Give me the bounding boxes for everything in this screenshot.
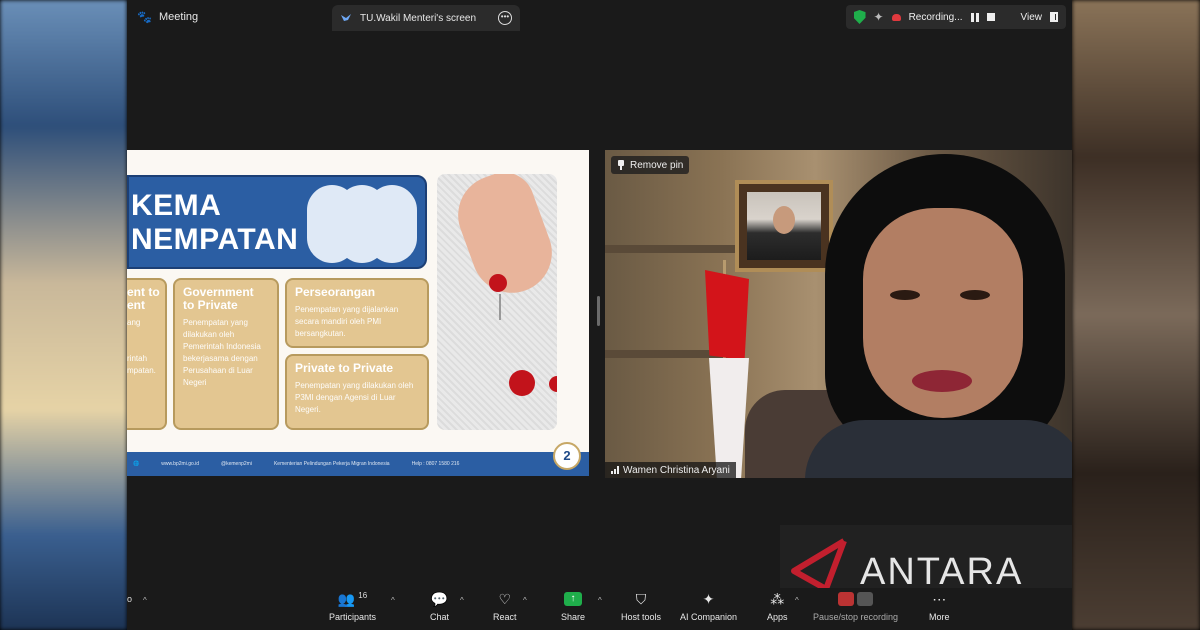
card-body: ang rintah mpatan.: [127, 318, 156, 375]
card-title: Government to Private: [183, 285, 254, 312]
ai-companion-label: AI Companion: [680, 612, 738, 622]
slide-footer: 🌐 www.bp2mi.go.id @kemenp2mi Kementerian…: [127, 452, 589, 476]
chevron-up-icon[interactable]: ^: [460, 596, 464, 605]
more-button[interactable]: ⋯ More: [929, 590, 950, 623]
participants-count: 16: [358, 590, 368, 600]
scheme-card-private-to-private: Private to Private Penempatan yang dilak…: [285, 354, 429, 430]
more-dots-icon: ⋯: [932, 590, 947, 607]
footer-social: @kemenp2mi: [221, 461, 252, 467]
meeting-toolbar: o ^ 👥 16 Participants ^ 💬 Chat ^ ♡ React…: [127, 588, 1072, 630]
cloud-recording-icon: [891, 13, 901, 21]
participant-video[interactable]: Remove pin Wamen Christina Aryani: [605, 150, 1072, 478]
apps-button[interactable]: ⁂ Apps: [767, 590, 788, 623]
card-title: Private to Private: [295, 361, 394, 375]
footer-website: www.bp2mi.go.id: [161, 461, 200, 467]
participants-label: Participants: [329, 612, 377, 622]
pin-icon: [617, 160, 625, 170]
more-options-icon[interactable]: •••: [498, 11, 512, 25]
remove-pin-label: Remove pin: [630, 159, 684, 171]
stop-recording-icon[interactable]: [986, 13, 995, 21]
pause-stop-recording-button[interactable]: Pause/stop recording: [813, 590, 898, 622]
participant-name: Wamen Christina Aryani: [623, 464, 730, 476]
share-screen-icon: ↑: [564, 592, 583, 606]
card-body: Penempatan yang dilakukan oleh P3MI deng…: [295, 381, 414, 414]
scheme-card-perseorangan: Perseorangan Penempatan yang dijalankan …: [285, 278, 429, 348]
participants-icon: 👥: [337, 590, 356, 607]
meeting-label: Meeting: [159, 11, 199, 23]
slide-title-line-1: KEMA: [131, 189, 222, 222]
speaker-mouth: [912, 370, 972, 392]
blurred-left-margin: [0, 0, 127, 630]
paw-icon: 🐾: [137, 10, 152, 24]
chevron-up-icon[interactable]: ^: [523, 596, 527, 605]
remove-pin-button[interactable]: Remove pin: [611, 156, 690, 174]
slide-title-banner: KEMA NEMPATAN: [127, 175, 427, 269]
participants-button[interactable]: 👥 16 Participants: [329, 590, 377, 623]
more-label: More: [929, 612, 950, 622]
footer-hotline: Help : 0807 1580 216: [411, 461, 460, 467]
host-tools-button[interactable]: ⛉ Host tools: [621, 590, 662, 623]
card-body: Penempatan yang dijalankan secara mandir…: [295, 305, 399, 338]
shared-slide: KEMA NEMPATAN ent to ent ang rintah mpat…: [127, 150, 589, 476]
slide-title-line-2: NEMPATAN: [131, 223, 299, 256]
card-body: Penempatan yang dilakukan oleh Pemerinta…: [183, 318, 261, 387]
ai-sparkle-icon[interactable]: ✦: [874, 10, 884, 24]
recording-controls-icon: [838, 590, 874, 608]
apps-label: Apps: [767, 612, 788, 622]
speaker-body: [805, 420, 1072, 478]
shared-screen-tab[interactable]: TU.Wakil Menteri's screen •••: [332, 5, 520, 31]
decorative-circles: [307, 185, 417, 263]
chevron-up-icon[interactable]: ^: [391, 596, 395, 605]
portrait-frame: [735, 180, 833, 272]
screenshot: 🐾 Meeting TU.Wakil Menteri's screen ••• …: [0, 0, 1200, 630]
card-title: ent to ent: [127, 285, 160, 312]
react-button[interactable]: ♡ React: [493, 590, 517, 623]
scheme-card-government-to-private: Government to Private Penempatan yang di…: [173, 278, 279, 430]
share-button[interactable]: ↑ Share: [561, 590, 585, 622]
shield-icon: ⛉: [635, 590, 647, 607]
red-pin: [509, 370, 535, 396]
react-label: React: [493, 612, 517, 622]
scheme-card-government-to-government: ent to ent ang rintah mpatan.: [127, 278, 167, 430]
chat-label: Chat: [430, 612, 450, 622]
signal-strength-icon: [611, 466, 619, 474]
chevron-up-icon[interactable]: ^: [598, 596, 602, 605]
apps-icon: ⁂: [770, 590, 785, 607]
antara-logo-icon: [791, 538, 847, 592]
footer-ministry: Kementerian Pelindungan Pekerja Migran I…: [273, 461, 390, 467]
pause-stop-recording-label: Pause/stop recording: [813, 612, 899, 622]
red-pin: [549, 376, 557, 392]
blurred-right-margin: [1072, 0, 1200, 630]
chevron-up-icon[interactable]: ^: [795, 596, 799, 605]
chat-icon: 💬: [430, 590, 449, 607]
ai-companion-button[interactable]: ✦ AI Companion: [680, 590, 738, 623]
shared-screen-label: TU.Wakil Menteri's screen: [360, 12, 477, 24]
recording-status: Recording...: [908, 11, 963, 23]
security-shield-icon[interactable]: [853, 10, 866, 24]
top-bar: 🐾 Meeting TU.Wakil Menteri's screen ••• …: [127, 0, 1072, 36]
bird-icon: [341, 14, 351, 21]
view-button[interactable]: View: [1021, 12, 1043, 23]
slide-page-number: 2: [553, 442, 581, 470]
top-right-controls: ✦ Recording... View: [845, 5, 1066, 29]
card-title: Perseorangan: [295, 285, 376, 299]
heart-icon: ♡: [498, 590, 512, 607]
participant-name-tag: Wamen Christina Aryani: [605, 462, 736, 478]
slide-title: KEMA NEMPATAN: [131, 189, 298, 257]
zoom-window: 🐾 Meeting TU.Wakil Menteri's screen ••• …: [127, 0, 1072, 630]
chevron-up-icon[interactable]: ^: [143, 596, 147, 605]
globe-icon: 🌐: [133, 461, 140, 467]
split-divider-handle[interactable]: [597, 296, 600, 326]
map-pin-photo: [437, 174, 557, 430]
red-pin: [489, 274, 507, 292]
chat-button[interactable]: 💬 Chat: [430, 590, 450, 623]
host-tools-label: Host tools: [621, 612, 662, 622]
view-layout-icon[interactable]: [1050, 12, 1058, 22]
ai-sparkle-icon: ✦: [702, 590, 715, 607]
meeting-title[interactable]: 🐾 Meeting: [137, 10, 198, 24]
pause-recording-icon[interactable]: [970, 12, 979, 22]
cut-off-toolbar-label[interactable]: o: [127, 594, 132, 604]
share-label: Share: [561, 612, 586, 622]
